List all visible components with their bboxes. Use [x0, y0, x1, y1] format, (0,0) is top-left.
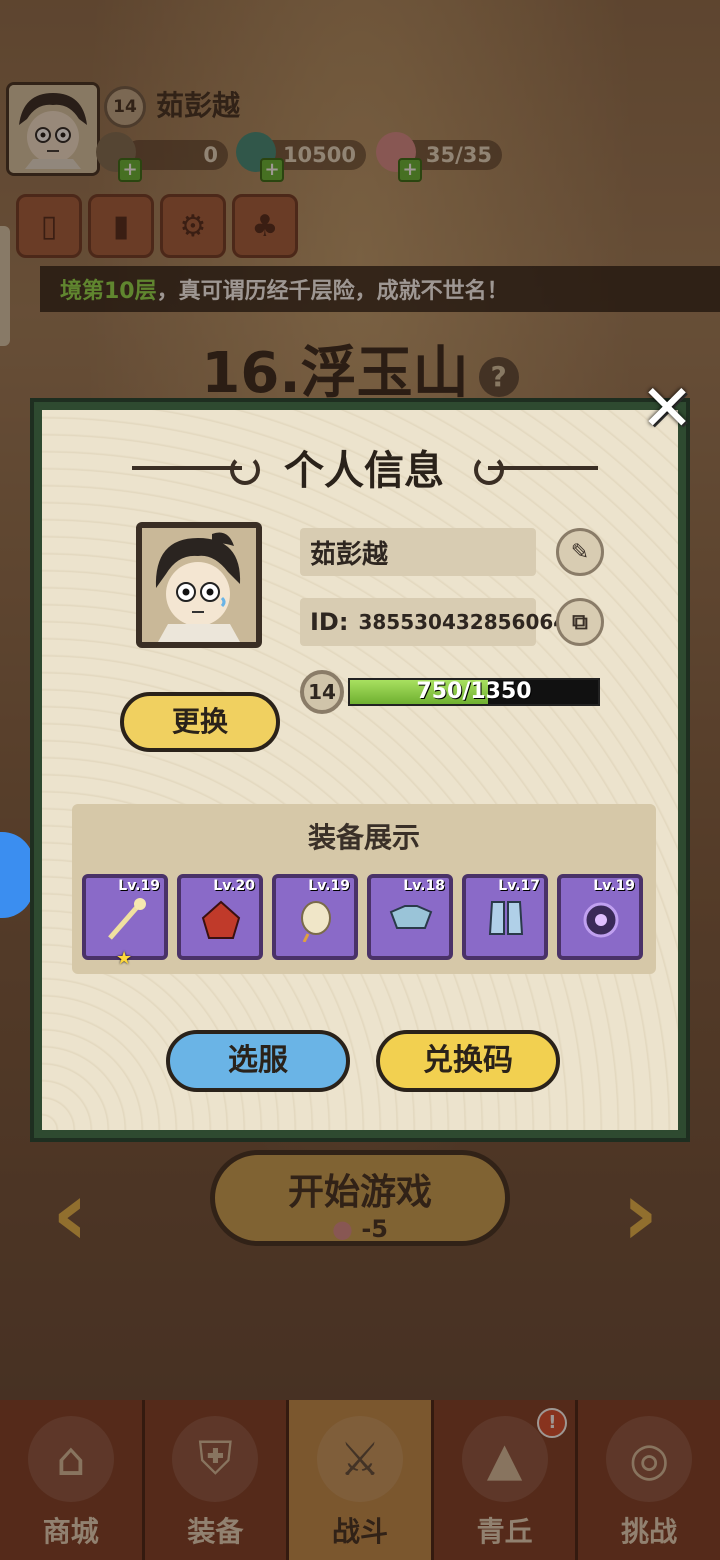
title-ornament-right [488, 466, 598, 470]
boots-icon [488, 901, 524, 935]
player-id-field: ID: 385530432856064 [300, 598, 567, 646]
redeem-code-button[interactable]: 兑换码 [376, 1030, 560, 1092]
title-curl-right [474, 455, 504, 485]
equipment-slot[interactable]: Lv.19 [557, 874, 643, 960]
equipment-level: Lv.20 [213, 878, 255, 894]
armor-icon [389, 905, 433, 929]
equipment-showcase: 装备展示 Lv.19 ★ Lv.20 Lv.19 Lv.18 Lv.17 Lv.… [72, 804, 656, 974]
equipment-slot[interactable]: Lv.19 ★ [82, 874, 168, 969]
orb-icon [583, 902, 619, 938]
equipment-level: Lv.19 [308, 878, 350, 894]
equipment-level: Lv.18 [403, 878, 445, 894]
profile-dialog: 个人信息 茹彭越 ✎ ID: 385530432856064 ⧉ 14 750/… [30, 398, 690, 1142]
id-value: 385530432856064 [358, 610, 568, 634]
equipment-level: Lv.19 [118, 878, 160, 894]
xp-progress-text: 750/1350 [416, 679, 532, 704]
change-avatar-button[interactable]: 更换 [120, 692, 280, 752]
brush-icon: ✎ [570, 539, 590, 565]
player-name-field: 茹彭越 [300, 528, 536, 576]
helmet-icon [201, 900, 241, 939]
equipment-level: Lv.17 [498, 878, 540, 894]
equipment-level: Lv.19 [593, 878, 635, 894]
profile-portrait [136, 522, 262, 648]
star-icon: ★ [116, 948, 133, 969]
xp-progress-bar: 750/1350 [348, 678, 600, 706]
equipment-slot[interactable]: Lv.18 [367, 874, 453, 960]
copy-id-button[interactable]: ⧉ [556, 598, 604, 646]
equipment-slot[interactable]: Lv.19 [272, 874, 358, 960]
equipment-slot[interactable]: Lv.20 [177, 874, 263, 960]
equipment-slot[interactable]: Lv.17 [462, 874, 548, 960]
equipment-showcase-title: 装备展示 [307, 821, 420, 854]
id-label: ID: [310, 608, 349, 636]
profile-dialog-body: 个人信息 茹彭越 ✎ ID: 385530432856064 ⧉ 14 750/… [42, 410, 678, 1130]
select-server-button[interactable]: 选服 [166, 1030, 350, 1092]
character-portrait-icon [142, 528, 256, 642]
copy-icon: ⧉ [572, 609, 588, 635]
staff-icon [108, 898, 146, 940]
xp-level-badge: 14 [300, 670, 344, 714]
talisman-icon [301, 901, 331, 942]
edit-name-button[interactable]: ✎ [556, 528, 604, 576]
close-icon[interactable]: ✕ [640, 377, 694, 441]
